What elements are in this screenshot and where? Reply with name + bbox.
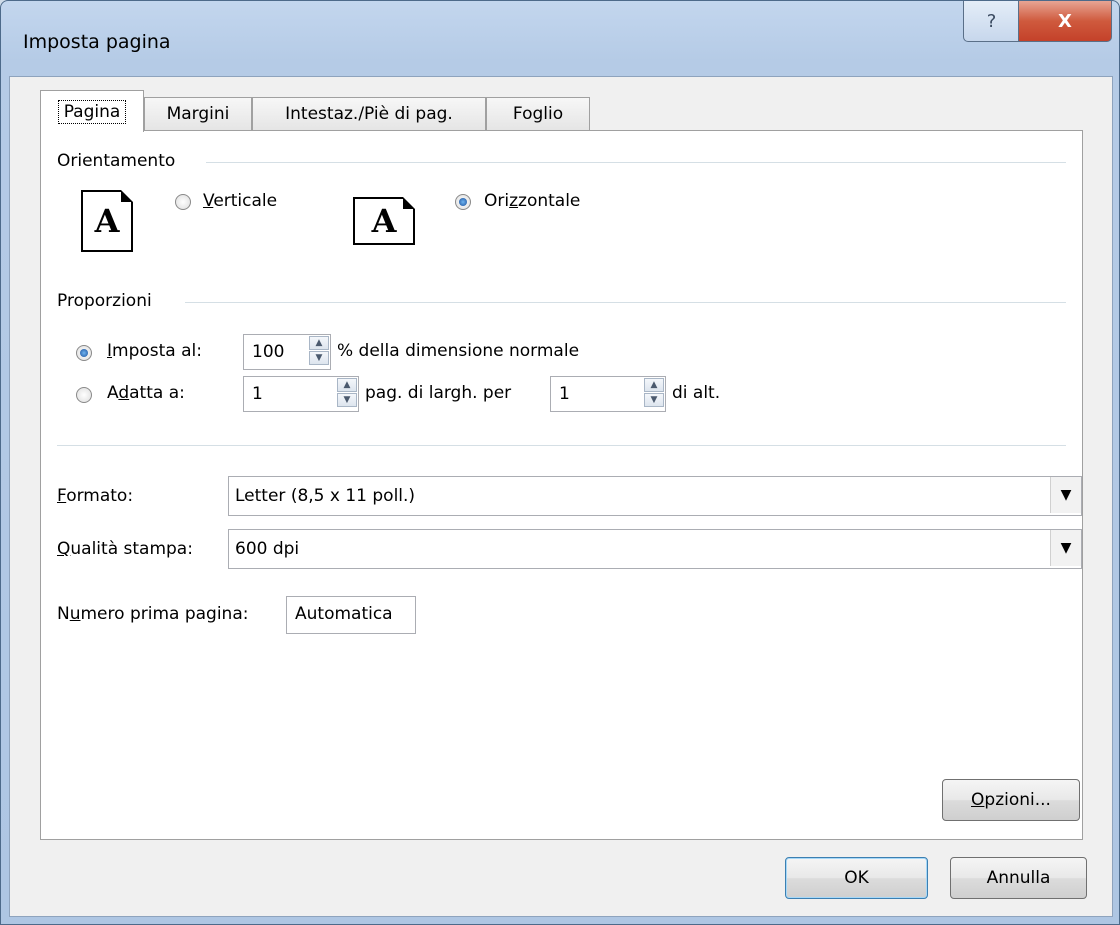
- adjust-suffix: % della dimensione normale: [337, 341, 580, 361]
- landscape-radio[interactable]: [455, 194, 471, 210]
- spin-down-icon[interactable]: ▼: [337, 393, 357, 407]
- landscape-label[interactable]: Orizzontale: [484, 191, 580, 211]
- fit-suffix: di alt.: [672, 383, 721, 403]
- fit-tall-spinner[interactable]: 1 ▲ ▼: [550, 376, 666, 412]
- tab-margini[interactable]: Margini: [144, 97, 252, 130]
- adjust-to-radio[interactable]: [76, 345, 92, 361]
- first-page-number-value: Automatica: [295, 604, 393, 624]
- dialog-title: Imposta pagina: [23, 31, 171, 53]
- dropdown-arrow-icon[interactable]: ▼: [1050, 477, 1081, 513]
- spin-up-icon[interactable]: ▲: [309, 336, 329, 350]
- options-label: Opzioni...: [971, 790, 1051, 810]
- portrait-label[interactable]: Verticale: [203, 191, 277, 211]
- spin-up-icon[interactable]: ▲: [337, 378, 357, 392]
- dialog-body: Pagina Margini Intestaz./Piè di pag. Fog…: [9, 76, 1113, 917]
- print-quality-label: Qualità stampa:: [57, 539, 193, 559]
- page-setup-dialog: Imposta pagina ? X Pagina Margini Intest…: [0, 0, 1120, 925]
- fit-tall-value: 1: [559, 384, 570, 404]
- options-button[interactable]: Opzioni...: [942, 779, 1080, 821]
- fit-wide-spinner[interactable]: 1 ▲ ▼: [243, 376, 359, 412]
- tab-pagina[interactable]: Pagina: [40, 90, 144, 132]
- tab-intestazione[interactable]: Intestaz./Piè di pag.: [252, 97, 486, 130]
- landscape-page-icon: A: [353, 197, 415, 245]
- dropdown-arrow-icon[interactable]: ▼: [1050, 530, 1081, 566]
- portrait-page-icon: A: [81, 190, 133, 252]
- paper-size-value: Letter (8,5 x 11 poll.): [235, 486, 416, 506]
- tab-panel-pagina: Orientamento A Verticale A Orizzontale P…: [40, 130, 1083, 840]
- tab-foglio[interactable]: Foglio: [486, 97, 590, 130]
- section-divider: [57, 445, 1066, 446]
- spin-down-icon[interactable]: ▼: [309, 351, 329, 365]
- ok-label: OK: [844, 868, 869, 888]
- fit-middle-text: pag. di largh. per: [365, 383, 512, 403]
- first-page-number-input[interactable]: Automatica: [286, 596, 416, 634]
- spin-down-icon[interactable]: ▼: [644, 393, 664, 407]
- print-quality-value: 600 dpi: [235, 539, 300, 559]
- paper-size-label: Formato:: [57, 486, 134, 506]
- help-icon: ?: [986, 10, 997, 32]
- close-icon: X: [1058, 10, 1072, 32]
- fit-wide-value: 1: [252, 384, 263, 404]
- adjust-to-label[interactable]: Imposta al:: [107, 341, 202, 361]
- paper-size-select[interactable]: Letter (8,5 x 11 poll.) ▼: [228, 476, 1082, 516]
- tab-label: Margini: [166, 104, 230, 124]
- spin-up-icon[interactable]: ▲: [644, 378, 664, 392]
- group-divider: [206, 162, 1066, 163]
- orientation-group-label: Orientamento: [57, 151, 176, 171]
- close-button[interactable]: X: [1018, 1, 1112, 42]
- tab-label: Pagina: [57, 99, 127, 124]
- scaling-group-label: Proporzioni: [57, 291, 152, 311]
- portrait-radio[interactable]: [175, 194, 191, 210]
- cancel-label: Annulla: [986, 868, 1051, 888]
- group-divider: [185, 302, 1066, 303]
- tab-label: Intestaz./Piè di pag.: [285, 104, 453, 124]
- adjust-percent-value: 100: [252, 342, 285, 362]
- fit-to-label[interactable]: Adatta a:: [107, 383, 185, 403]
- tab-label: Foglio: [512, 104, 564, 124]
- first-page-number-label: Numero prima pagina:: [57, 604, 249, 624]
- fit-to-radio[interactable]: [76, 387, 92, 403]
- help-button[interactable]: ?: [963, 1, 1020, 42]
- adjust-percent-spinner[interactable]: 100 ▲ ▼: [243, 334, 331, 370]
- cancel-button[interactable]: Annulla: [950, 857, 1087, 899]
- print-quality-select[interactable]: 600 dpi ▼: [228, 529, 1082, 569]
- ok-button[interactable]: OK: [785, 857, 928, 899]
